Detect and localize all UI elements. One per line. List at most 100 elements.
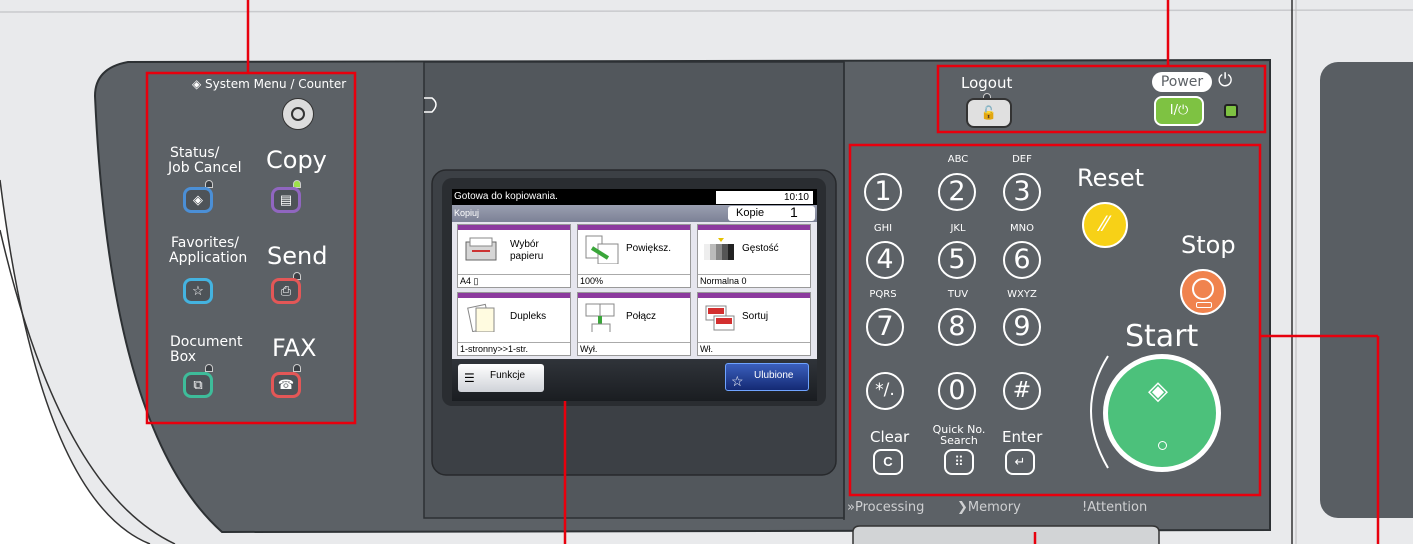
tile-density[interactable]: Gęstość Normalna 0 [697,224,811,288]
tile-duplex[interactable]: Dupleks 1-stronny>>1-str. [457,292,571,356]
memory-icon: ❯ [957,500,968,515]
screen-mode: Kopiuj [454,208,480,218]
quick-search-label-2: Search [940,434,978,447]
power-button[interactable]: I/⏻ [1154,96,1204,126]
key-0[interactable]: 0 [938,372,976,410]
key-5-letters: JKL [950,223,966,234]
system-menu-label: ◈ System Menu / Counter [192,78,346,90]
power-indicator-led [1224,104,1238,118]
status-icon: ◈ [193,192,203,207]
tile-value: Wł. [698,342,810,355]
copy-button[interactable]: ▤ [271,187,301,213]
key-1[interactable]: 1 [864,173,902,211]
processing-indicator: »Processing [847,500,925,515]
system-menu-button[interactable] [282,98,314,130]
favorites-star-icon: ☆ [731,373,744,389]
key-3[interactable]: 3 [1003,173,1041,211]
control-panel: ◈ System Menu / Counter Status/ Job Canc… [0,0,1413,544]
memory-text: Memory [967,500,1021,515]
send-label: Send [267,242,328,270]
logout-label: Logout [961,74,1013,92]
grid-icon: ⠿ [954,454,964,469]
copies-value: 1 [790,204,798,220]
stop-button[interactable] [1180,269,1226,315]
tile-name: Sortuj [742,311,769,322]
tile-name: Gęstość [742,243,779,254]
key-7[interactable]: 7 [866,308,904,346]
attention-indicator: !Attention [1082,500,1148,515]
functions-button[interactable]: ☰ Funkcje [458,364,544,392]
collate-icon [705,305,735,331]
tile-zoom[interactable]: Powiększ. 100% [577,224,691,288]
favorites-application-button[interactable]: ☆ [183,278,213,304]
enter-label: Enter [1002,428,1043,446]
tile-value: Normalna 0 [698,274,810,287]
reset-button[interactable]: ⁄⁄ [1082,202,1128,248]
stop-icon [1192,278,1214,300]
key-4[interactable]: 4 [866,241,904,279]
portrait-icon: ▯ [473,276,479,286]
stop-label: Stop [1181,231,1236,259]
favorites-label-1: Favorites/ [171,235,239,251]
tile-name: Dupleks [510,311,547,322]
status-label-1: Status/ [170,145,220,161]
copy-label: Copy [266,146,327,174]
fax-button[interactable]: ☎ [271,372,301,398]
tile-name: Powiększ. [626,243,672,254]
send-button[interactable]: ⎙ [271,278,301,304]
start-button[interactable]: ◈ [1108,359,1216,467]
enter-button[interactable]: ↵ [1005,449,1035,475]
duplex-icon [467,303,495,332]
fax-icon: ☎ [277,377,295,392]
key-2-letters: ABC [947,154,969,165]
logout-button[interactable]: 🔓 [966,98,1012,128]
screen-status-text: Gotowa do kopiowania. [454,191,558,202]
copies-field[interactable]: Kopie 1 [728,204,815,221]
stop-led [1196,302,1212,308]
tile-value: A4 ▯ [458,274,570,287]
list-icon: ☰ [464,371,475,385]
reset-label: Reset [1077,164,1145,192]
quick-search-button[interactable]: ⠿ [944,449,974,475]
docbox-label-2: Box [170,349,197,365]
fax-led [293,364,301,372]
star-icon: ☆ [192,283,204,298]
key-2[interactable]: 2 [938,173,976,211]
key-6[interactable]: 6 [1003,241,1041,279]
zoom-icon [585,235,619,264]
key-9-letters: WXYZ [1007,289,1037,300]
key-9[interactable]: 9 [1003,308,1041,346]
key-7-letters: PQRS [869,289,897,300]
memory-indicator: ❯Memory [957,501,1021,514]
status-job-cancel-button[interactable]: ◈ [183,187,213,213]
density-icon [704,238,734,260]
tile-name: Połącz [626,311,657,322]
docbox-led [205,364,213,372]
start-button-ring: ◈ [1103,354,1221,472]
system-menu-button-icon [291,107,305,121]
copy-icon: ▤ [279,192,293,207]
reset-icon: ⁄⁄ [1101,211,1109,236]
start-icon: ◈ [1148,375,1168,405]
tile-paper-selection[interactable]: Wybór papieru A4 ▯ [457,224,571,288]
system-menu-text: System Menu / Counter [205,77,347,91]
enter-icon: ↵ [1014,454,1026,469]
favorites-screen-button[interactable]: ☆ Ulubione [725,363,809,391]
functions-label: Funkcje [490,370,526,381]
key-6-letters: MNO [1010,223,1034,234]
document-box-icon: ⧉ [193,377,203,392]
key-star-dot[interactable]: */. [866,372,904,410]
fax-label: FAX [272,334,317,362]
document-box-button[interactable]: ⧉ [183,372,213,398]
combine-icon [585,303,615,332]
tile-combine[interactable]: Połącz Wył. [577,292,691,356]
key-4-letters: GHI [873,223,893,234]
key-8[interactable]: 8 [938,308,976,346]
key-8-letters: TUV [947,289,969,300]
key-hash[interactable]: # [1003,372,1041,410]
status-label-2: Job Cancel [168,160,242,176]
clear-button[interactable]: C [873,449,903,475]
key-5[interactable]: 5 [938,241,976,279]
tile-collate[interactable]: Sortuj Wł. [697,292,811,356]
power-label: Power [1152,72,1212,92]
